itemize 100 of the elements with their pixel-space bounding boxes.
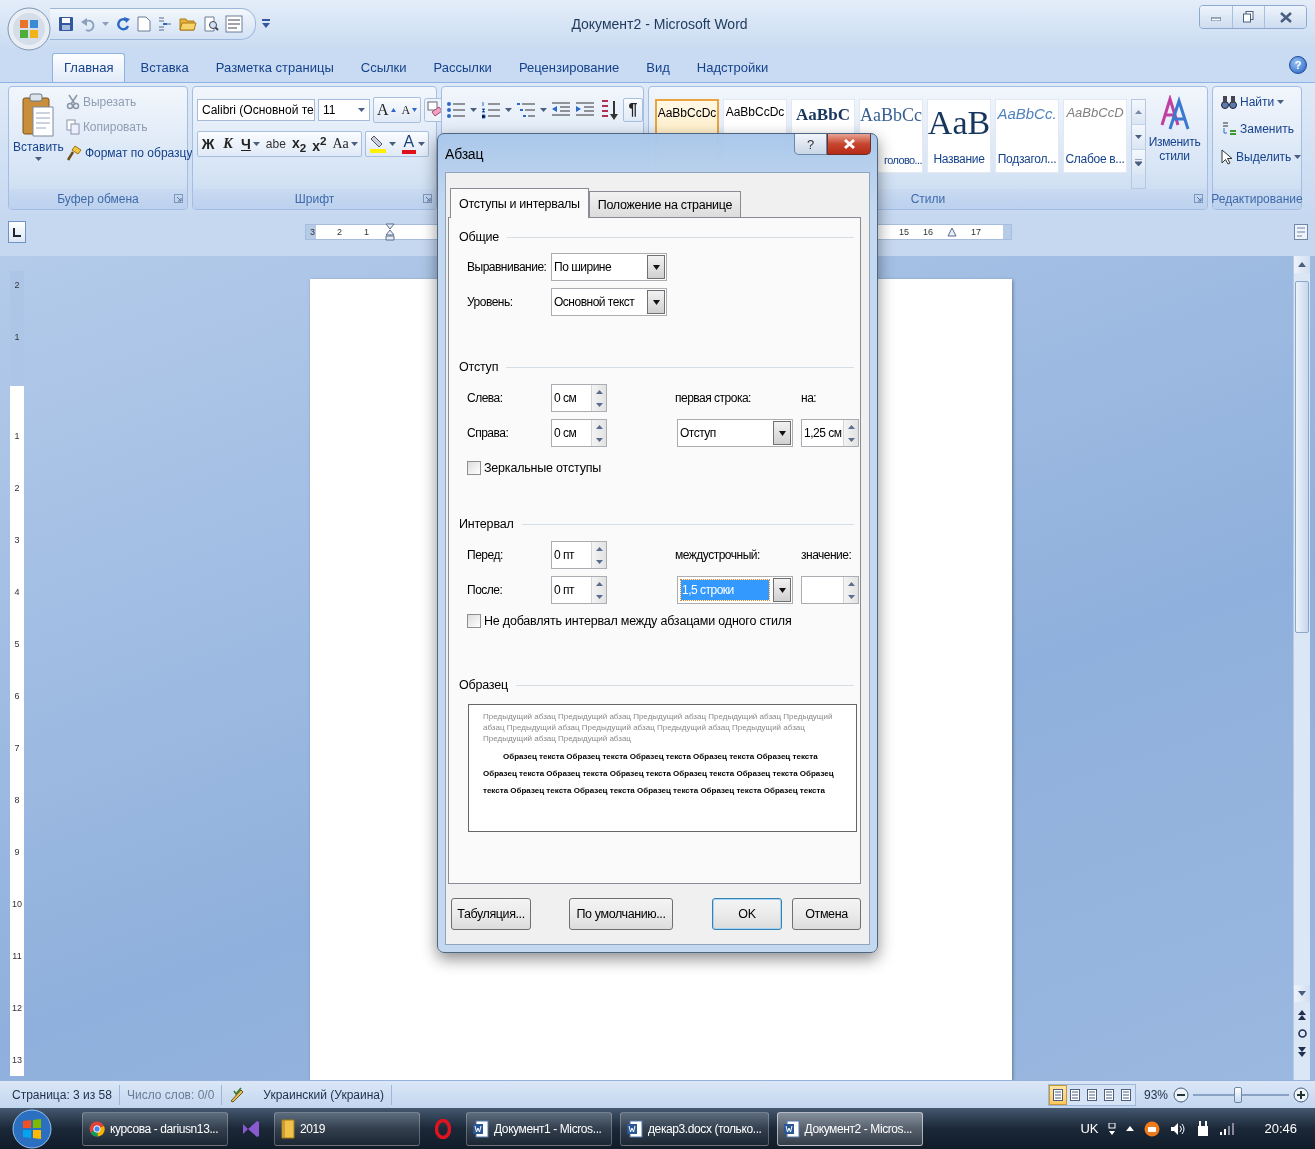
- clock[interactable]: 20:46: [1264, 1121, 1297, 1136]
- insert-icon[interactable]: [157, 16, 173, 32]
- spin-down-icon[interactable]: [847, 594, 855, 599]
- new-document-icon[interactable]: [137, 16, 151, 32]
- language-indicator[interactable]: Украинский (Украина): [263, 1087, 385, 1102]
- show-hidden-icons-icon[interactable]: [1126, 1126, 1135, 1131]
- zoom-in-icon[interactable]: [1293, 1086, 1309, 1103]
- spin-up-icon[interactable]: [847, 581, 855, 586]
- zoom-slider-thumb[interactable]: [1234, 1086, 1243, 1103]
- spin-field[interactable]: 0 см: [551, 384, 607, 412]
- tab-selector[interactable]: [8, 221, 26, 243]
- dropdown[interactable]: По ширине: [551, 253, 667, 281]
- spin-field[interactable]: [801, 576, 859, 604]
- spin-up-icon[interactable]: [595, 546, 603, 551]
- print-preview-icon[interactable]: [203, 16, 219, 32]
- dialog-tab[interactable]: Положение на странице: [588, 191, 742, 217]
- dropdown[interactable]: Отступ: [677, 419, 793, 447]
- shrink-font-button[interactable]: A: [398, 98, 421, 122]
- save-icon[interactable]: [58, 16, 74, 32]
- spin-field[interactable]: 0 см: [551, 419, 607, 447]
- taskbar-button[interactable]: Документ2 - Micros...: [776, 1111, 923, 1146]
- dropdown[interactable]: Основной текст: [551, 288, 667, 316]
- format-button[interactable]: Ч: [238, 132, 263, 156]
- grow-font-button[interactable]: A: [374, 98, 399, 122]
- taskbar-button[interactable]: 2019: [274, 1111, 420, 1146]
- start-button[interactable]: [12, 1108, 52, 1149]
- dialog-button[interactable]: По умолчанию...: [569, 898, 673, 930]
- show-marks-button[interactable]: ¶: [623, 98, 643, 122]
- dialog-button[interactable]: Отмена: [792, 898, 861, 930]
- scroll-thumb[interactable]: [1295, 281, 1309, 633]
- spin-up-icon[interactable]: [595, 581, 603, 586]
- style-preset[interactable]: AaB Название: [927, 99, 991, 173]
- find-button[interactable]: Найти: [1219, 95, 1304, 109]
- style-preset[interactable]: AaBbCc. Подзагол...: [995, 99, 1059, 173]
- select-button[interactable]: Выделить: [1219, 149, 1304, 165]
- format-button[interactable]: x$_{2}$: [288, 132, 310, 156]
- checkbox[interactable]: [467, 614, 481, 628]
- gallery-more-icon[interactable]: [1135, 158, 1142, 166]
- zoom-level[interactable]: 93%: [1143, 1087, 1168, 1102]
- font-size-field[interactable]: 11: [318, 99, 370, 121]
- office-button[interactable]: [7, 7, 51, 51]
- taskbar-button[interactable]: декар3.docx (только...: [620, 1111, 769, 1146]
- dialog-button[interactable]: Табуляция...: [451, 898, 531, 930]
- scroll-down-icon[interactable]: [1298, 991, 1306, 996]
- ribbon-tab[interactable]: Рассылки: [421, 53, 504, 82]
- replace-button[interactable]: Заменить: [1219, 121, 1304, 137]
- spelling-icon[interactable]: [225, 15, 243, 33]
- spin-field[interactable]: 1,25 см: [801, 419, 859, 447]
- tray-app-icon[interactable]: [1144, 1120, 1161, 1137]
- power-plug-icon[interactable]: [1196, 1120, 1211, 1137]
- increase-indent-icon[interactable]: [575, 101, 595, 119]
- change-styles-button[interactable]: Изменить стили: [1146, 91, 1203, 189]
- spin-down-icon[interactable]: [595, 437, 603, 442]
- input-language[interactable]: UK: [1080, 1121, 1099, 1136]
- proofing-icon[interactable]: [229, 1086, 246, 1103]
- next-page-icon[interactable]: [1298, 1047, 1306, 1057]
- spin-up-icon[interactable]: [595, 389, 603, 394]
- spin-field[interactable]: 0 пт: [551, 576, 607, 604]
- spin-down-icon[interactable]: [595, 594, 603, 599]
- spin-field[interactable]: 0 пт: [551, 541, 607, 569]
- format-button[interactable]: Ж: [198, 132, 218, 156]
- spin-up-icon[interactable]: [595, 424, 603, 429]
- ribbon-tab[interactable]: Ссылки: [348, 53, 419, 82]
- view-ruler-icon[interactable]: [1294, 224, 1308, 240]
- decrease-indent-icon[interactable]: [551, 101, 571, 119]
- sort-icon[interactable]: [599, 99, 619, 121]
- taskbar-button[interactable]: Документ1 - Micros...: [466, 1111, 612, 1146]
- taskbar-button[interactable]: курсова - dariusn13...: [82, 1111, 228, 1146]
- format-button[interactable]: x$^{2}$: [309, 132, 330, 156]
- spin-up-icon[interactable]: [847, 424, 855, 429]
- spin-down-icon[interactable]: [595, 559, 603, 564]
- font-name-field[interactable]: Calibri (Основной те: [197, 99, 315, 121]
- gallery-down-icon[interactable]: [1135, 135, 1142, 139]
- close-button[interactable]: [1264, 6, 1306, 28]
- ribbon-tab[interactable]: Вставка: [128, 53, 201, 82]
- zoom-out-icon[interactable]: [1173, 1086, 1189, 1103]
- open-folder-icon[interactable]: [179, 16, 197, 32]
- indent-marker-icon[interactable]: [385, 223, 396, 241]
- ribbon-tab[interactable]: Вид: [634, 53, 682, 82]
- format-painter-button[interactable]: Формат по образцу: [63, 144, 195, 162]
- ribbon-tab[interactable]: Разметка страницы: [203, 53, 346, 82]
- ribbon-tab[interactable]: Надстройки: [684, 53, 781, 82]
- signal-bars-icon[interactable]: [1220, 1122, 1235, 1135]
- help-button[interactable]: ?: [794, 134, 827, 155]
- previous-page-icon[interactable]: [1298, 1010, 1306, 1020]
- ribbon-tab[interactable]: Рецензирование: [506, 53, 632, 82]
- dialog-launcher-icon[interactable]: [174, 194, 183, 203]
- restore-button[interactable]: [1232, 6, 1264, 28]
- ribbon-tab[interactable]: Главная: [52, 53, 126, 82]
- scroll-up-icon[interactable]: [1298, 262, 1306, 267]
- gallery-up-icon[interactable]: [1135, 110, 1142, 114]
- paste-button[interactable]: Вставить: [13, 91, 64, 189]
- close-button[interactable]: [827, 134, 871, 155]
- browse-object-icon[interactable]: [1297, 1029, 1307, 1038]
- spin-down-icon[interactable]: [847, 437, 855, 442]
- bullets-icon[interactable]: [446, 101, 466, 119]
- dialog-launcher-icon[interactable]: [1194, 194, 1203, 203]
- format-button[interactable]: К: [218, 132, 238, 156]
- customize-toolbar-icon[interactable]: [262, 19, 270, 29]
- dialog-tab[interactable]: Отступы и интервалы: [450, 188, 589, 218]
